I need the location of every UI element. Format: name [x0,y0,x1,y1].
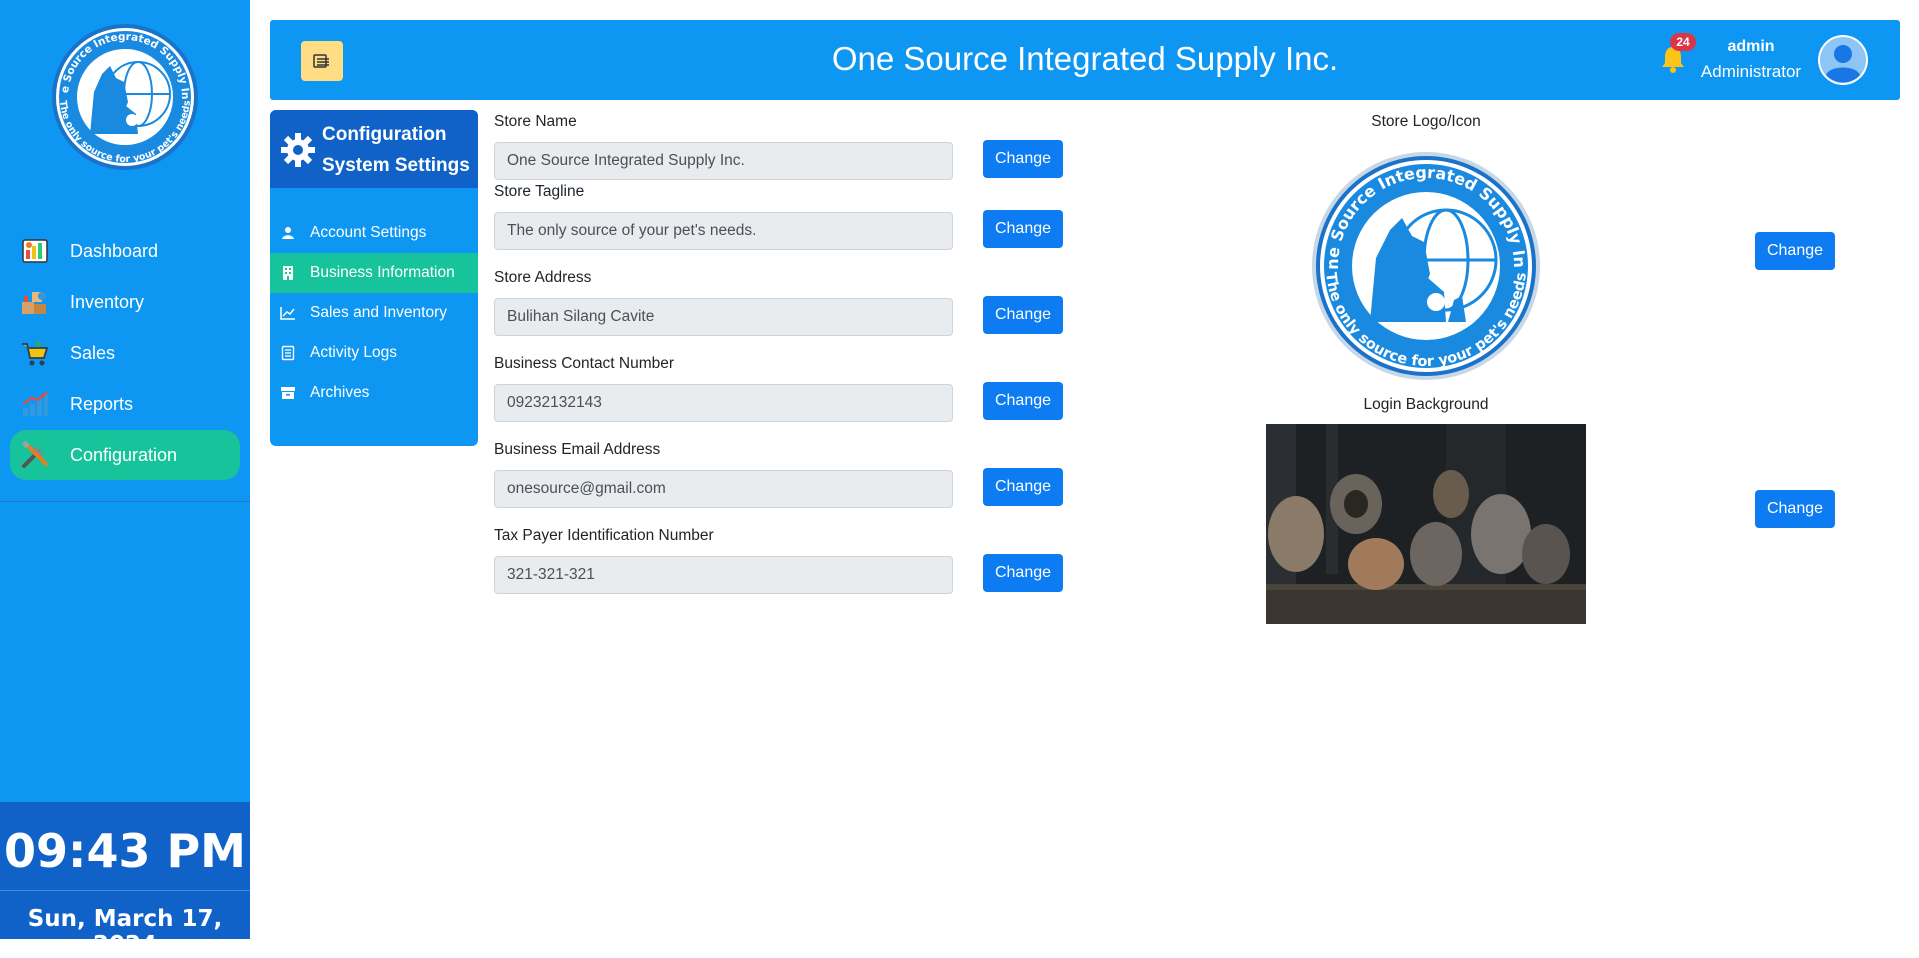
sidebar-item-configuration[interactable]: Configuration [10,430,240,480]
user-icon [280,225,296,241]
config-item-account-settings[interactable]: Account Settings [270,213,478,253]
sidebar-item-label: Inventory [70,291,145,312]
tin-field[interactable] [494,556,953,594]
avatar[interactable] [1818,35,1868,85]
change-store-logo-button[interactable]: Change [1755,232,1835,270]
config-item-label: Activity Logs [310,344,398,361]
change-store-address-button[interactable]: Change [983,296,1063,334]
user-role: Administrator [1700,62,1802,81]
sidebar-item-inventory[interactable]: Inventory [10,277,240,327]
cart-icon [20,338,50,368]
sidebar-item-label: Dashboard [70,240,159,261]
store-address-label: Store Address [494,269,592,286]
user-name: admin [1727,38,1775,55]
sidebar: One Source Integrated Supply Inc. The on… [0,0,250,958]
config-panel: Configuration System Settings Account Se… [270,110,478,446]
config-item-business-information[interactable]: Business Information [270,253,478,293]
config-item-label: Sales and Inventory [310,304,448,321]
change-store-tagline-button[interactable]: Change [983,210,1063,248]
tools-icon [20,440,50,470]
config-menu: Account Settings Business Information Sa… [270,213,478,413]
contact-number-label: Business Contact Number [494,355,675,372]
login-background-label: Login Background [1363,396,1489,413]
sidebar-item-dashboard[interactable]: Dashboard [10,226,240,276]
change-contact-number-button[interactable]: Change [983,382,1063,420]
sidebar-nav: Dashboard Inventory Sales Reports Config… [10,226,240,481]
login-background-image [1266,424,1586,624]
change-login-background-button[interactable]: Change [1755,490,1835,528]
clock-panel: 09:43 PM Sun, March 17, 2024 [0,802,250,958]
inventory-icon [20,287,50,317]
config-title-line1: Configuration [322,124,447,145]
config-item-sales-and-inventory[interactable]: Sales and Inventory [270,293,478,333]
store-tagline-field[interactable] [494,212,953,250]
sidebar-item-label: Reports [70,393,134,414]
store-name-label: Store Name [494,113,577,130]
clock-time: 09:43 PM [4,824,246,878]
notification-badge: 24 [1670,33,1696,51]
clock-divider [0,890,250,891]
store-logo-image: One Source Integrated Supply Inc. The on… [1310,150,1540,380]
gear-icon [281,133,315,167]
store-address-field[interactable] [494,298,953,336]
sidebar-item-reports[interactable]: Reports [10,379,240,429]
dashboard-icon [20,236,50,266]
config-title-line2: System Settings [322,155,470,176]
contact-number-field[interactable] [494,384,953,422]
trend-icon [280,305,296,321]
change-tin-button[interactable]: Change [983,554,1063,592]
config-item-label: Account Settings [310,224,427,241]
log-icon [280,345,296,361]
config-title: Configuration System Settings [322,119,470,181]
config-header: Configuration System Settings [270,110,478,188]
store-logo: One Source Integrated Supply Inc. The on… [50,22,198,170]
store-logo-label: Store Logo/Icon [1371,113,1481,130]
config-item-archives[interactable]: Archives [270,373,478,413]
sidebar-item-sales[interactable]: Sales [10,328,240,378]
clock-date: Sun, March 17, 2024 [27,906,223,958]
building-icon [280,265,296,281]
store-name-field[interactable] [494,142,953,180]
sidebar-divider [0,501,250,502]
chart-icon [20,389,50,419]
config-item-label: Business Information [310,264,455,281]
email-address-label: Business Email Address [494,441,661,458]
change-email-address-button[interactable]: Change [983,468,1063,506]
config-item-activity-logs[interactable]: Activity Logs [270,333,478,373]
sidebar-item-label: Sales [70,342,116,363]
email-address-field[interactable] [494,470,953,508]
tin-label: Tax Payer Identification Number [494,527,714,544]
store-tagline-label: Store Tagline [494,183,585,200]
sidebar-item-label: Configuration [70,444,178,465]
change-store-name-button[interactable]: Change [983,140,1063,178]
archive-icon [280,385,296,401]
config-item-label: Archives [310,384,370,401]
top-header: One Source Integrated Supply Inc. 24 adm… [270,20,1900,100]
